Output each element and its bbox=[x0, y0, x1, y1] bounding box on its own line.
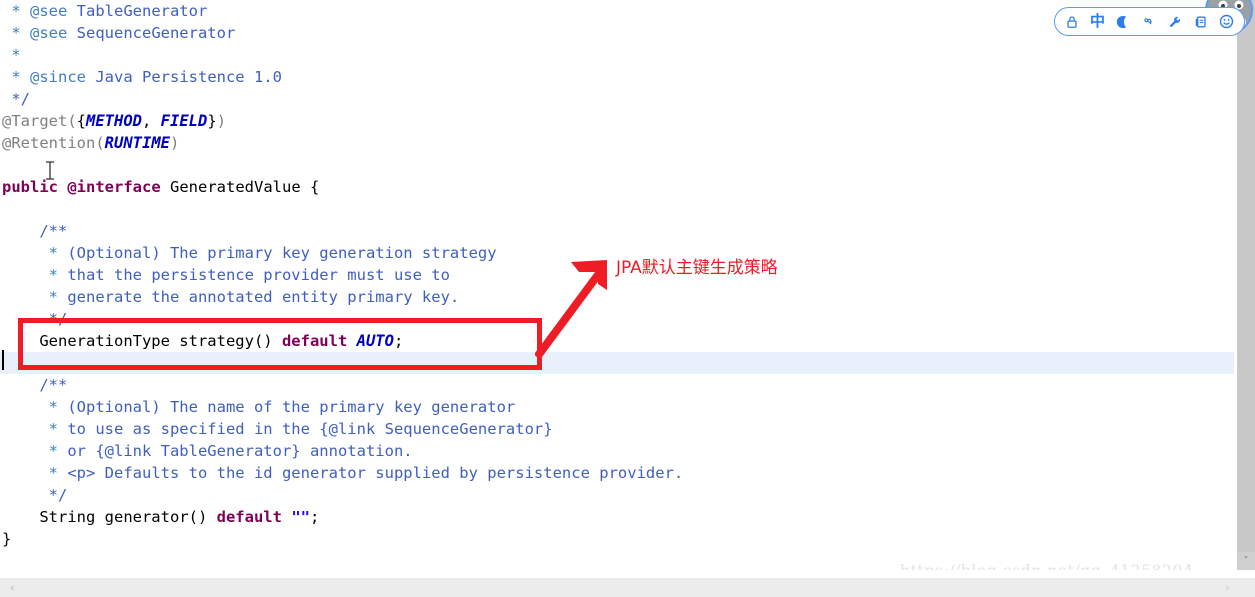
code-token: * bbox=[2, 288, 68, 306]
horizontal-scrollbar-track[interactable] bbox=[0, 578, 1255, 597]
vertical-scrollbar-track[interactable] bbox=[1237, 0, 1255, 570]
code-token: @Retention( bbox=[2, 134, 105, 152]
code-token: ) bbox=[216, 112, 227, 130]
code-token: * bbox=[2, 24, 30, 42]
code-token: @interface bbox=[67, 178, 161, 196]
code-line[interactable]: * @see SequenceGenerator bbox=[0, 22, 1234, 44]
wrench-icon[interactable] bbox=[1166, 13, 1183, 30]
code-token: (Optional) The name of the primary key g… bbox=[67, 398, 516, 416]
code-line[interactable] bbox=[0, 154, 1234, 176]
code-token: or {@link TableGenerator} annotation. bbox=[67, 442, 413, 460]
code-token: * bbox=[2, 398, 68, 416]
code-token: that the persistence provider must use t… bbox=[67, 266, 450, 284]
code-line[interactable]: */ bbox=[0, 484, 1234, 506]
code-line[interactable]: * or {@link TableGenerator} annotation. bbox=[0, 440, 1234, 462]
code-token: @see bbox=[30, 24, 68, 42]
code-token: public bbox=[2, 178, 58, 196]
code-token: @see bbox=[30, 2, 68, 20]
annotation-label: JPA默认主键生成策略 bbox=[616, 258, 778, 278]
punctuation-icon[interactable] bbox=[1140, 13, 1157, 30]
code-line[interactable]: public @interface GeneratedValue { bbox=[0, 176, 1234, 198]
code-token: { bbox=[76, 112, 86, 130]
code-token: SequenceGenerator bbox=[67, 24, 236, 42]
code-token: * bbox=[2, 2, 30, 20]
moon-icon[interactable] bbox=[1114, 13, 1131, 30]
code-token: */ bbox=[2, 90, 30, 108]
horizontal-scrollbar[interactable]: ‹ › bbox=[0, 570, 1255, 597]
code-line[interactable]: } bbox=[0, 528, 1234, 550]
code-line[interactable]: * bbox=[0, 44, 1234, 66]
code-token: /** bbox=[2, 376, 68, 394]
code-line[interactable]: String generator() default ""; bbox=[0, 506, 1234, 528]
code-line[interactable]: @Target({METHOD, FIELD}) bbox=[0, 110, 1234, 132]
code-line[interactable]: * @since Java Persistence 1.0 bbox=[0, 66, 1234, 88]
code-editor[interactable]: * @see TableGenerator * @see SequenceGen… bbox=[0, 0, 1234, 570]
code-token: } bbox=[2, 530, 12, 548]
vertical-scrollbar[interactable]: ˇ bbox=[1234, 0, 1255, 570]
code-token: * bbox=[2, 442, 68, 460]
ime-floating-toolbar[interactable]: 中 bbox=[1053, 7, 1245, 36]
code-token: generate the annotated entity primary ke… bbox=[67, 288, 460, 306]
code-token: ) bbox=[169, 134, 180, 152]
code-token: */ bbox=[2, 486, 68, 504]
code-line[interactable]: * <p> Defaults to the id generator suppl… bbox=[0, 462, 1234, 484]
code-line[interactable]: * @see TableGenerator bbox=[0, 0, 1234, 22]
red-highlight-box bbox=[18, 318, 542, 370]
scroll-right-arrow[interactable]: › bbox=[1218, 578, 1237, 597]
code-token: } bbox=[207, 112, 217, 130]
scroll-down-arrow[interactable]: ˇ bbox=[1237, 552, 1255, 570]
code-token: * bbox=[2, 266, 68, 284]
code-token: String generator() bbox=[2, 508, 217, 526]
code-token: /** bbox=[2, 222, 68, 240]
code-token: (Optional) The primary key generation st… bbox=[67, 244, 497, 262]
clipboard-icon[interactable] bbox=[1192, 13, 1209, 30]
code-line[interactable]: @Retention(RUNTIME) bbox=[0, 132, 1234, 154]
code-token: default bbox=[216, 508, 282, 526]
code-line[interactable]: * to use as specified in the {@link Sequ… bbox=[0, 418, 1234, 440]
code-token: @Target( bbox=[2, 112, 77, 130]
code-token: ; bbox=[309, 508, 320, 526]
code-token: FIELD bbox=[160, 112, 208, 130]
screenshot-root: * @see TableGenerator * @see SequenceGen… bbox=[0, 0, 1255, 597]
code-token: Java Persistence 1.0 bbox=[86, 68, 282, 86]
code-token: , bbox=[142, 112, 161, 130]
smiley-icon[interactable] bbox=[1218, 13, 1235, 30]
code-token: <p> Defaults to the id generator supplie… bbox=[67, 464, 684, 482]
code-token: * bbox=[2, 420, 68, 438]
lock-icon[interactable] bbox=[1064, 13, 1081, 30]
code-token: METHOD bbox=[86, 112, 142, 130]
text-caret bbox=[2, 350, 4, 370]
code-token: * bbox=[2, 244, 68, 262]
code-token: "" bbox=[291, 508, 310, 526]
code-token: GeneratedValue { bbox=[160, 178, 320, 196]
scroll-left-arrow[interactable]: ‹ bbox=[3, 578, 22, 597]
code-line[interactable]: /** bbox=[0, 374, 1234, 396]
code-line[interactable]: /** bbox=[0, 220, 1234, 242]
code-token: * bbox=[2, 46, 30, 64]
code-token: to use as specified in the {@link Sequen… bbox=[67, 420, 553, 438]
code-line[interactable] bbox=[0, 198, 1234, 220]
input-mode-toggle[interactable]: 中 bbox=[1090, 13, 1105, 30]
code-token: * bbox=[2, 464, 68, 482]
code-line[interactable]: * generate the annotated entity primary … bbox=[0, 286, 1234, 308]
code-token: RUNTIME bbox=[104, 134, 170, 152]
code-token: @since bbox=[30, 68, 86, 86]
code-token: * bbox=[2, 68, 30, 86]
code-line[interactable]: * (Optional) The name of the primary key… bbox=[0, 396, 1234, 418]
code-token: TableGenerator bbox=[67, 2, 208, 20]
code-line[interactable]: */ bbox=[0, 88, 1234, 110]
